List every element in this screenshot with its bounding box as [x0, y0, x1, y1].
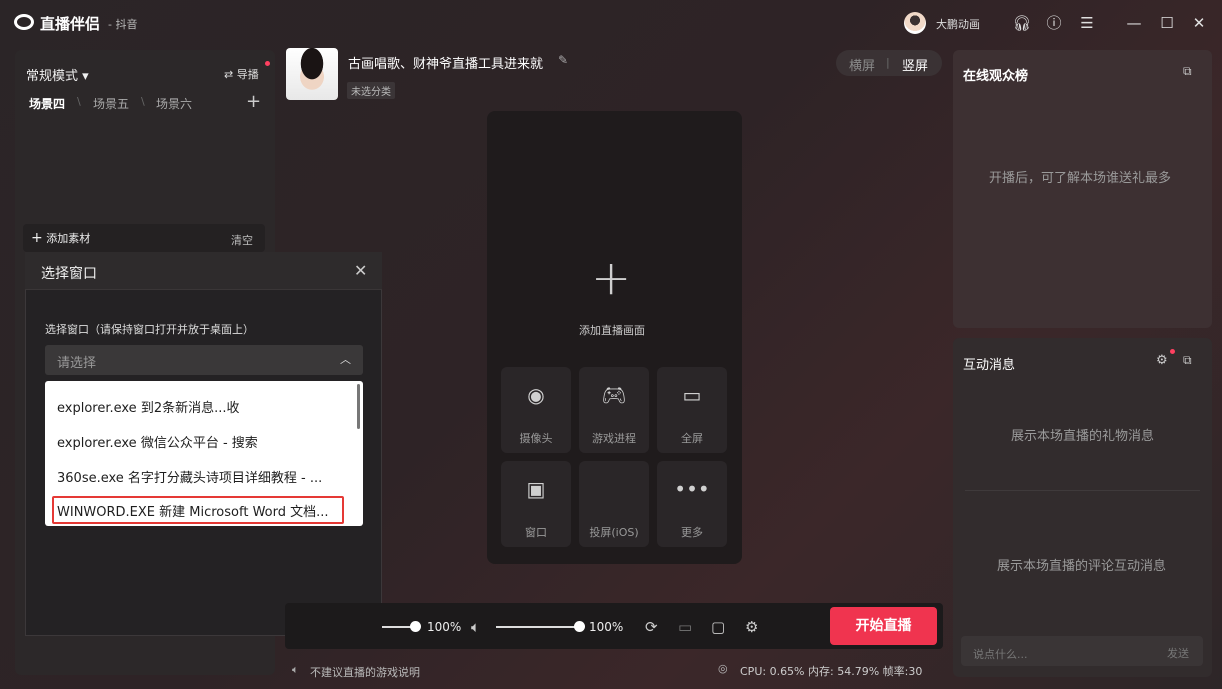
option-highlight-box: [52, 496, 344, 524]
rank-title: 在线观众榜: [963, 69, 1029, 84]
popout-icon[interactable]: ⧉: [1183, 64, 1192, 79]
mode-dropdown[interactable]: 常规模式 ▾: [26, 65, 89, 84]
interaction-panel: [953, 338, 1212, 677]
rank-empty-text: 开播后，可了解本场谁送礼最多: [989, 171, 1172, 186]
camera-icon: ◉: [527, 383, 545, 407]
app-subtitle: - 抖音: [108, 18, 138, 31]
gamepad-icon: 🎮︎: [601, 383, 627, 407]
add-scene-icon[interactable]: +: [246, 91, 261, 112]
record-icon[interactable]: ▢: [711, 618, 725, 636]
close-window-icon[interactable]: ✕: [1189, 13, 1209, 33]
performance-icon: ◎: [718, 662, 728, 675]
mic-volume-knob[interactable]: [410, 621, 421, 632]
performance-stats: CPU: 0.65% 内存: 54.79% 帧率:30: [740, 665, 923, 678]
mic-volume-value: 100%: [427, 620, 462, 634]
settings-icon[interactable]: ⚙: [1156, 353, 1168, 368]
tab-separator: \: [141, 95, 145, 108]
audience-rank-panel: [953, 50, 1212, 328]
dropdown-option[interactable]: 360se.exe 名字打分藏头诗项目详细教程 - ...: [57, 467, 322, 486]
source-tile-label: 投屏(iOS): [589, 526, 639, 539]
app-name: 直播伴侣: [40, 15, 101, 33]
edit-icon[interactable]: ✎: [558, 53, 568, 67]
title-bar: [0, 0, 1222, 46]
user-avatar[interactable]: [904, 12, 926, 34]
orientation-separator: |: [886, 56, 890, 69]
notification-dot: [1170, 349, 1175, 354]
tab-scene-5[interactable]: 场景五: [93, 95, 129, 112]
clear-button[interactable]: 清空: [231, 232, 253, 248]
source-tile-label: 全屏: [681, 432, 703, 445]
notification-dot: [265, 61, 270, 66]
landscape-option[interactable]: 横屏: [849, 55, 875, 74]
start-live-button[interactable]: 开始直播: [830, 607, 937, 645]
source-tile-label: 窗口: [525, 526, 547, 539]
tab-scene-4[interactable]: 场景四: [29, 95, 65, 112]
window-field-label: 选择窗口（请保持窗口打开并放于桌面上）: [45, 323, 254, 336]
stream-title: 古画唱歌、财神爷直播工具进来就: [348, 57, 544, 72]
add-material-label: 添加素材: [46, 232, 91, 245]
source-tile-label: 游戏进程: [592, 432, 636, 445]
settings-icon[interactable]: ⚙: [745, 618, 758, 636]
director-button[interactable]: ⇄ 导播: [224, 66, 259, 82]
menu-icon[interactable]: ☰: [1077, 13, 1097, 33]
window-icon: ▣: [526, 477, 546, 501]
help-icon[interactable]: ⓘ: [1044, 13, 1064, 33]
tab-separator: \: [77, 95, 81, 108]
screenshot-icon[interactable]: ▭: [678, 618, 692, 636]
tab-scene-6[interactable]: 场景六: [156, 95, 192, 112]
user-name[interactable]: 大鹏动画: [936, 16, 980, 32]
popout-icon[interactable]: ⧉: [1183, 353, 1192, 368]
source-tile-label: 摄像头: [519, 432, 553, 445]
portrait-option[interactable]: 竖屏: [902, 55, 928, 74]
speaker-volume-knob[interactable]: [574, 621, 585, 632]
send-button[interactable]: 发送: [1167, 645, 1189, 661]
more-icon: •••: [674, 477, 710, 501]
dropdown-scrollbar[interactable]: [357, 384, 360, 429]
rotate-icon[interactable]: ⟳: [645, 618, 658, 636]
app-logo-icon: [14, 14, 34, 30]
speaker-volume-slider[interactable]: [496, 626, 580, 628]
dropdown-option[interactable]: explorer.exe 微信公众平台 - 搜索: [57, 432, 258, 451]
speaker-volume-value: 100%: [589, 620, 624, 634]
anchor-avatar[interactable]: [286, 48, 338, 100]
speaker-mute-icon[interactable]: 🔈︎: [471, 618, 480, 636]
divider: [965, 490, 1200, 491]
chevron-up-icon[interactable]: ︿: [340, 351, 351, 367]
dialog-title: 选择窗口: [41, 266, 97, 282]
interaction-title: 互动消息: [963, 358, 1016, 373]
gift-empty-text: 展示本场直播的礼物消息: [1011, 429, 1155, 444]
comment-empty-text: 展示本场直播的评论互动消息: [997, 559, 1167, 574]
category-badge[interactable]: 未选分类: [347, 82, 395, 99]
mute-small-icon: 🔈︎: [292, 663, 299, 676]
add-material-button[interactable]: + 添加素材: [31, 230, 90, 246]
game-warning-link[interactable]: 不建议直播的游戏说明: [310, 664, 420, 680]
add-canvas-label: 添加直播画面: [579, 324, 645, 337]
dropdown-option[interactable]: explorer.exe 到2条新消息...收: [57, 397, 239, 416]
maximize-icon[interactable]: ☐: [1157, 13, 1177, 33]
add-icon[interactable]: +: [591, 250, 631, 306]
source-tile-label: 更多: [681, 526, 703, 539]
monitor-icon: ▭: [682, 383, 702, 407]
minimize-icon[interactable]: —: [1124, 13, 1144, 33]
plus-icon: +: [31, 230, 43, 246]
headset-icon[interactable]: 🎧︎: [1012, 13, 1032, 33]
select-placeholder: 请选择: [57, 356, 97, 371]
chat-placeholder: 说点什么...: [973, 648, 1028, 661]
close-icon[interactable]: ✕: [354, 261, 367, 280]
